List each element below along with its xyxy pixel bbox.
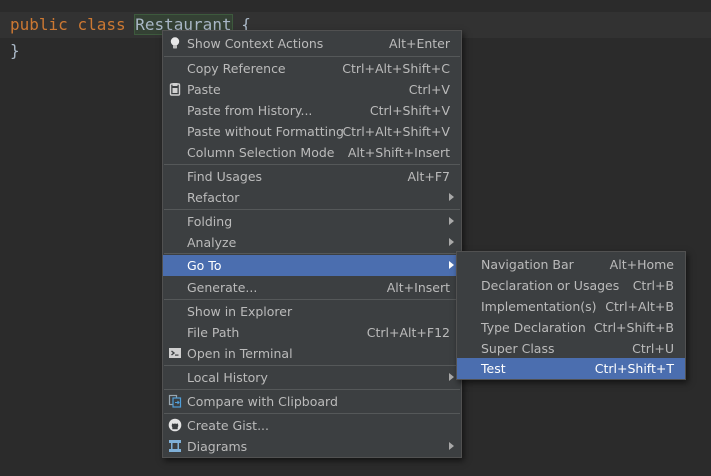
menu-item-analyze[interactable]: Analyze — [163, 232, 461, 253]
submenu-arrow-icon — [449, 261, 454, 269]
menu-item-paste-from-history[interactable]: Paste from History... Ctrl+Shift+V — [163, 100, 461, 121]
goto-submenu: Navigation Bar Alt+Home Declaration or U… — [456, 251, 686, 380]
menu-item-file-path[interactable]: File Path Ctrl+Alt+F12 — [163, 322, 461, 343]
menu-separator — [164, 209, 460, 210]
lightbulb-icon — [168, 36, 182, 50]
keyword-class: class — [77, 15, 126, 34]
submenu-arrow-icon — [449, 238, 454, 246]
submenu-arrow-icon — [449, 373, 454, 381]
menu-item-local-history[interactable]: Local History — [163, 367, 461, 388]
submenu-item-navigation-bar[interactable]: Navigation Bar Alt+Home — [457, 254, 685, 275]
menu-item-open-in-terminal[interactable]: Open in Terminal — [163, 343, 461, 364]
submenu-arrow-icon — [449, 442, 454, 450]
menu-item-refactor[interactable]: Refactor — [163, 187, 461, 208]
terminal-icon — [168, 346, 182, 360]
menu-item-go-to[interactable]: Go To — [163, 255, 461, 276]
menu-item-diagrams[interactable]: Diagrams — [163, 436, 461, 457]
submenu-item-implementations[interactable]: Implementation(s) Ctrl+Alt+B — [457, 296, 685, 317]
menu-item-paste[interactable]: Paste Ctrl+V — [163, 79, 461, 100]
menu-item-compare-with-clipboard[interactable]: Compare with Clipboard — [163, 391, 461, 412]
menu-separator — [164, 389, 460, 390]
menu-item-copy-reference[interactable]: Copy Reference Ctrl+Alt+Shift+C — [163, 58, 461, 79]
submenu-item-type-declaration[interactable]: Type Declaration Ctrl+Shift+B — [457, 317, 685, 338]
menu-item-show-context-actions[interactable]: Show Context Actions Alt+Enter — [163, 33, 461, 54]
github-icon — [168, 418, 182, 432]
submenu-item-declaration-or-usages[interactable]: Declaration or Usages Ctrl+B — [457, 275, 685, 296]
menu-item-folding[interactable]: Folding — [163, 211, 461, 232]
submenu-arrow-icon — [449, 193, 454, 201]
menu-item-paste-without-formatting[interactable]: Paste without Formatting Ctrl+Alt+Shift+… — [163, 121, 461, 142]
submenu-item-test[interactable]: Test Ctrl+Shift+T — [457, 358, 685, 379]
keyword-public: public — [10, 15, 68, 34]
diagram-icon — [168, 439, 182, 453]
submenu-arrow-icon — [449, 217, 454, 225]
code-line-2: } — [10, 41, 20, 60]
submenu-item-super-class[interactable]: Super Class Ctrl+U — [457, 338, 685, 359]
menu-separator — [164, 56, 460, 57]
menu-separator — [164, 253, 460, 254]
menu-item-show-in-explorer[interactable]: Show in Explorer — [163, 301, 461, 322]
menu-item-find-usages[interactable]: Find Usages Alt+F7 — [163, 166, 461, 187]
menu-item-column-selection-mode[interactable]: Column Selection Mode Alt+Shift+Insert — [163, 142, 461, 163]
menu-separator — [164, 299, 460, 300]
menu-item-generate[interactable]: Generate... Alt+Insert — [163, 277, 461, 298]
menu-separator — [164, 365, 460, 366]
menu-item-create-gist[interactable]: Create Gist... — [163, 415, 461, 436]
menu-separator — [164, 164, 460, 165]
context-menu: Show Context Actions Alt+Enter Copy Refe… — [162, 30, 462, 458]
menu-separator — [164, 413, 460, 414]
clipboard-icon — [168, 82, 182, 96]
compare-icon — [168, 394, 182, 408]
